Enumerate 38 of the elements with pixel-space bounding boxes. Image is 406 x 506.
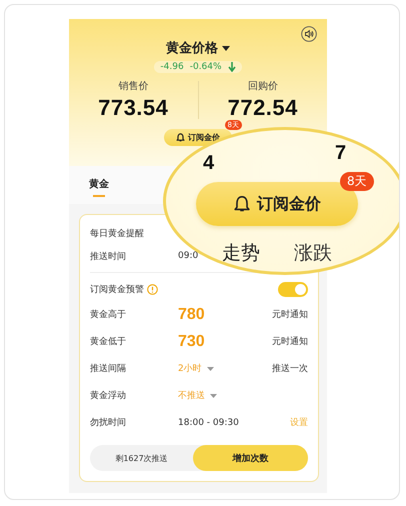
bell-icon [233,195,251,213]
magnified-text: 涨跌 [294,241,332,266]
price-change-percent: -0.64% [190,62,222,72]
row-label: 黄金低于 [90,336,127,348]
row-note: 元时通知 [272,308,308,321]
row-label: 订阅黄金预警 [90,284,144,296]
time-range: 18:00 - 09:30 [178,418,239,428]
row-label: 黄金浮动 [90,390,127,402]
toggle-switch[interactable] [278,282,308,296]
add-pushes-button[interactable]: 增加次数 [193,445,308,471]
price-threshold: 730 [178,332,205,350]
days-badge: 8天 [340,172,374,191]
price-value: 773.54 [98,95,168,121]
price-change: -4.96 [160,62,184,72]
magnified-digit: 4 [203,153,214,173]
price-type-dropdown[interactable]: 黄金价格 [166,39,230,57]
magnified-digit: 7 [335,143,346,163]
row-note: 推送一次 [272,362,308,375]
magnified-text: 走势 [222,241,260,266]
caret-icon [222,46,230,50]
row-value: 09:0 [178,251,198,261]
row-label: 推送间隔 [90,362,127,375]
caret-icon [210,394,217,398]
speaker-icon[interactable] [301,26,317,42]
remaining-pushes: 剩1627次推送 [114,452,169,464]
bell-icon [176,133,185,142]
section-title: 每日黄金提醒 [90,228,145,241]
caret-icon [206,366,214,370]
row-note: 元时通知 [272,336,308,348]
row-label: 推送时间 [90,250,127,262]
price-label: 销售价 [118,80,148,93]
price-value: 772.54 [228,95,298,121]
row-label: 勿扰时间 [90,416,127,429]
price-label: 回购价 [248,80,278,93]
row-label: 黄金高于 [90,308,127,321]
info-icon [147,284,158,294]
down-arrow-icon [228,62,236,72]
price-threshold: 780 [178,306,205,324]
